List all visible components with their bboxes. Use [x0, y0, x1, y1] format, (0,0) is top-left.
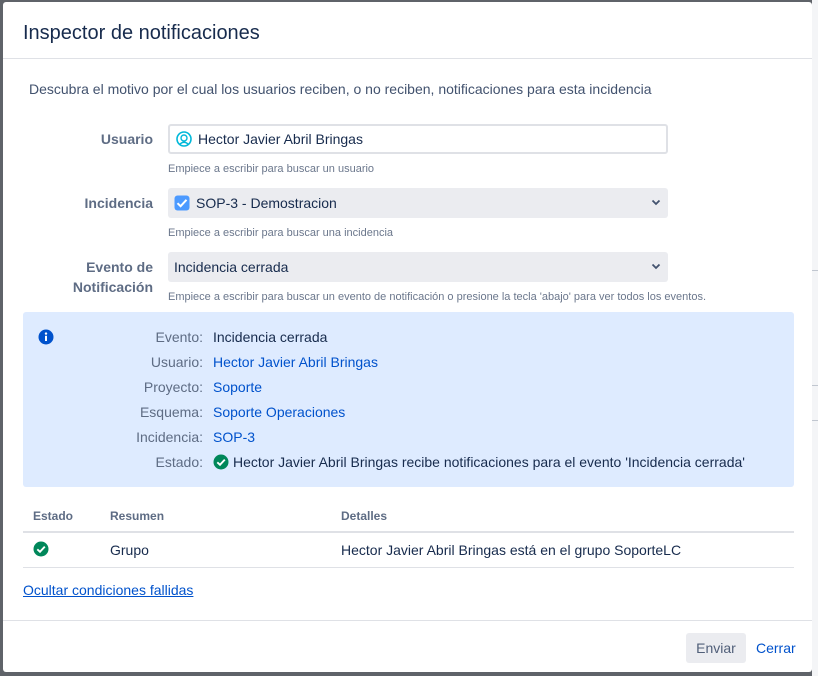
user-hint: Empiece a escribir para buscar un usuari… — [168, 163, 375, 175]
info-row-scheme: Esquema: Soporte Operaciones — [23, 402, 794, 427]
info-issue-link[interactable]: SOP-3 — [213, 427, 255, 447]
info-status-text: Hector Javier Abril Bringas recibe notif… — [233, 454, 745, 470]
column-header-status: Estado — [33, 509, 74, 523]
check-circle-icon — [213, 454, 229, 470]
user-picker-field[interactable]: Hector Javier Abril Bringas — [168, 124, 668, 154]
row-summary: Grupo — [110, 542, 149, 558]
info-row-issue: Incidencia: SOP-3 — [23, 427, 794, 452]
info-user-link[interactable]: Hector Javier Abril Bringas — [213, 352, 378, 372]
issue-select-value: SOP-3 - Demostracion — [196, 195, 337, 211]
backdrop-divider — [812, 385, 818, 386]
notification-inspector-dialog: Inspector de notificaciones Descubra el … — [3, 2, 812, 672]
event-select[interactable]: Incidencia cerrada — [168, 252, 668, 282]
issue-label: Incidencia — [84, 195, 153, 211]
dialog-header: Inspector de notificaciones — [3, 2, 812, 59]
info-key: Proyecto: — [143, 379, 203, 395]
backdrop-page — [812, 0, 818, 676]
info-row-project: Proyecto: Soporte — [23, 377, 794, 402]
column-header-summary: Resumen — [110, 509, 165, 523]
table-row: Grupo Hector Javier Abril Bringas está e… — [23, 533, 794, 568]
conditions-table: Estado Resumen Detalles Grupo Hector Jav… — [23, 502, 794, 568]
result-info-panel: Evento: Incidencia cerrada Usuario: Hect… — [23, 312, 794, 487]
issue-select[interactable]: SOP-3 - Demostracion — [168, 188, 668, 218]
info-status: Hector Javier Abril Bringas recibe notif… — [213, 452, 745, 472]
info-key: Usuario: — [150, 354, 203, 370]
info-key: Esquema: — [139, 404, 203, 420]
event-label-line1: Evento de — [86, 259, 153, 275]
table-header: Estado Resumen Detalles — [23, 502, 794, 533]
event-label: Evento de Notificación — [73, 257, 153, 297]
info-value: Incidencia cerrada — [213, 329, 328, 345]
issue-type-task-icon — [174, 195, 190, 211]
user-label: Usuario — [100, 131, 153, 147]
check-circle-icon — [33, 541, 49, 557]
info-scheme-link[interactable]: Soporte Operaciones — [213, 402, 345, 422]
dialog-title: Inspector de notificaciones — [23, 22, 260, 44]
backdrop-divider — [812, 420, 818, 421]
user-avatar-icon — [176, 131, 192, 147]
info-row-user: Usuario: Hector Javier Abril Bringas — [23, 352, 794, 377]
chevron-down-icon — [651, 263, 661, 270]
chevron-down-icon — [651, 199, 661, 206]
send-button[interactable]: Enviar — [686, 633, 746, 663]
user-picker-value: Hector Javier Abril Bringas — [198, 131, 363, 147]
info-row-event: Evento: Incidencia cerrada — [23, 327, 794, 352]
info-row-status: Estado: Hector Javier Abril Bringas reci… — [23, 452, 794, 477]
dialog-footer: Enviar Cerrar — [3, 620, 812, 672]
info-key: Evento: — [155, 329, 203, 345]
intro-text: Descubra el motivo por el cual los usuar… — [29, 81, 652, 97]
backdrop-divider — [812, 270, 818, 271]
info-key: Incidencia: — [136, 429, 203, 445]
column-header-details: Detalles — [341, 509, 388, 523]
hide-failed-conditions-link[interactable]: Ocultar condiciones fallidas — [23, 582, 193, 598]
close-button[interactable]: Cerrar — [752, 633, 800, 663]
event-label-line2: Notificación — [72, 279, 153, 295]
info-key: Estado: — [155, 454, 203, 470]
issue-hint: Empiece a escribir para buscar una incid… — [168, 227, 394, 239]
row-details: Hector Javier Abril Bringas está en el g… — [341, 542, 682, 558]
info-project-link[interactable]: Soporte — [213, 377, 262, 397]
event-select-value: Incidencia cerrada — [174, 259, 289, 275]
event-hint: Empiece a escribir para buscar un evento… — [168, 291, 707, 303]
